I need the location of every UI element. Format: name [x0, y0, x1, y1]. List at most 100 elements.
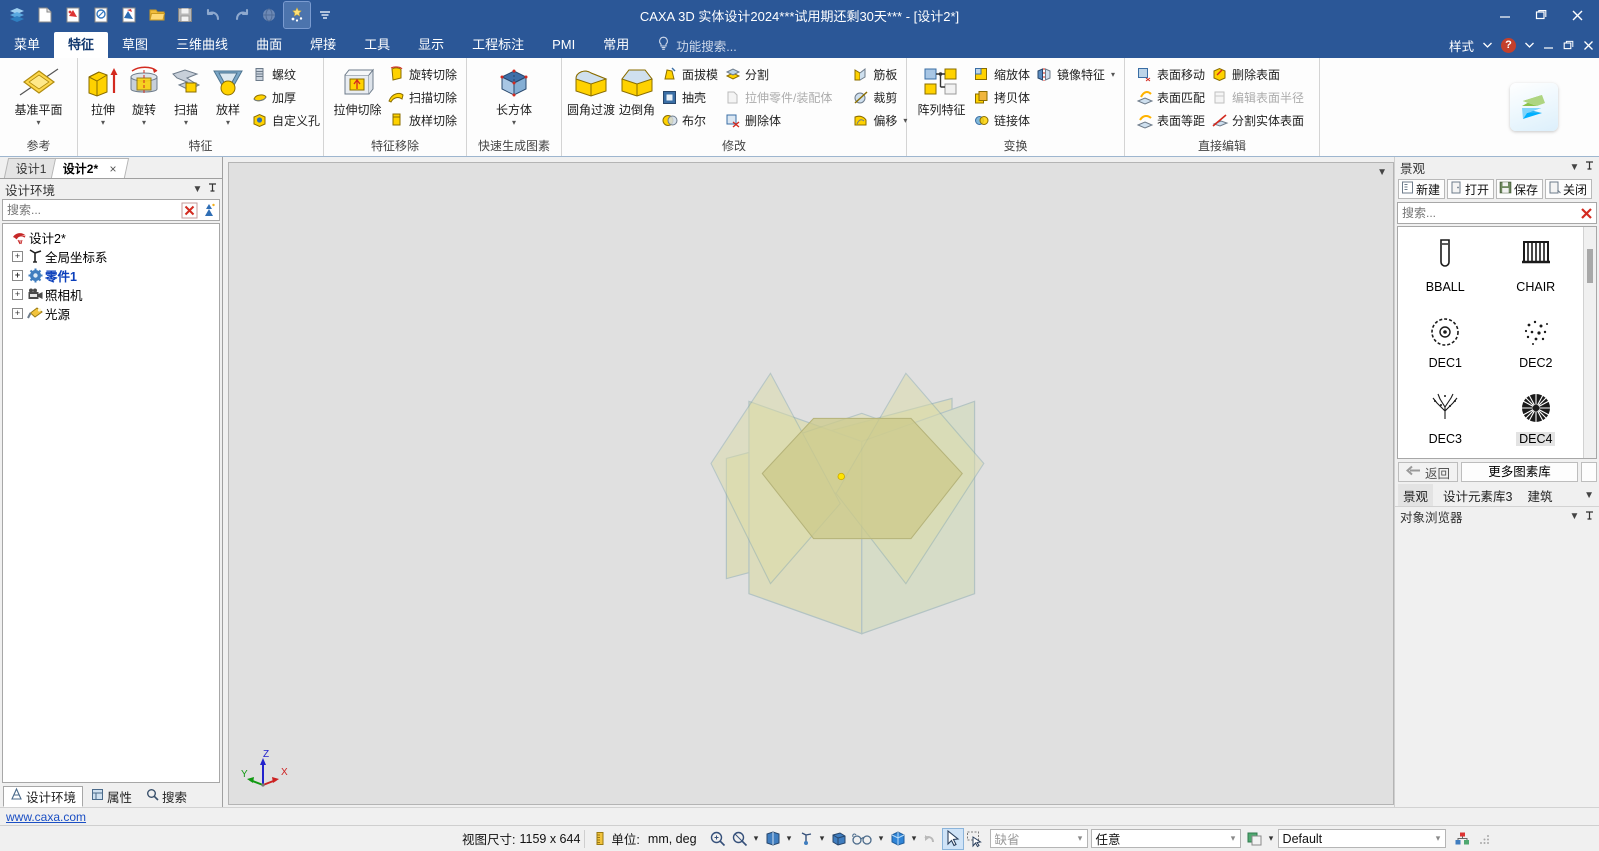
ribbon-restore-button[interactable] [1560, 34, 1577, 56]
catalog-open-button[interactable]: 打开 [1447, 179, 1495, 199]
tree-row-root[interactable]: 设计2* [5, 228, 217, 247]
tab-工程标注[interactable]: 工程标注 [458, 32, 538, 58]
catalog-item-bball[interactable]: BBALL [1400, 233, 1491, 309]
zoom-dynamic-icon[interactable] [729, 828, 751, 850]
button-rib[interactable]: 筋板 [850, 63, 911, 85]
chevron-down-icon[interactable]: ▾ [1111, 70, 1115, 79]
tree-row-camera[interactable]: + 照相机 [5, 285, 217, 304]
panel-pin-icon[interactable] [205, 182, 220, 196]
render-style-chevron-down-icon[interactable]: ▾ [1266, 833, 1277, 844]
button-trim[interactable]: 裁剪 [850, 86, 911, 108]
button-sweep-cut[interactable]: 扫描切除 [386, 86, 461, 108]
chevron-down-icon[interactable]: ▾ [101, 119, 105, 127]
button-copy-body[interactable]: 拷贝体 [971, 86, 1034, 108]
new-assembly-icon[interactable] [116, 2, 142, 28]
button-match-face[interactable]: 表面匹配 [1134, 86, 1209, 108]
view-orientation-chevron-down-icon[interactable]: ▾ [784, 833, 795, 844]
catalog-save-button[interactable]: 保存 [1496, 179, 1544, 199]
catalog-item-dec4[interactable]: DEC4 [1491, 385, 1582, 458]
view-orientation-icon[interactable] [762, 828, 784, 850]
button-fillet[interactable]: 圆角过渡 [567, 62, 615, 118]
button-extrude[interactable]: 拉伸 ▾ [83, 62, 123, 127]
catalog-search[interactable] [1397, 202, 1597, 224]
catalog-close-button[interactable]: 关闭 [1545, 179, 1593, 199]
shadow-icon[interactable] [920, 828, 942, 850]
button-custom-hole[interactable]: 自定义孔 [249, 109, 324, 131]
design-tree-search[interactable] [2, 199, 220, 221]
catalog-new-button[interactable]: 新建 [1398, 179, 1446, 199]
tab-焊接[interactable]: 焊接 [296, 32, 350, 58]
button-offset-face[interactable]: 表面等距 [1134, 109, 1209, 131]
button-split[interactable]: 分割 [722, 63, 836, 85]
style-label[interactable]: 样式 [1446, 34, 1477, 56]
glasses-stereo-icon[interactable] [850, 828, 876, 850]
assembly-tree-icon[interactable] [1452, 828, 1474, 850]
save-icon[interactable] [172, 2, 198, 28]
catalog-item-dec1[interactable]: DEC1 [1400, 309, 1491, 385]
button-extrude-part[interactable]: 拉伸零件/装配体 [722, 86, 836, 108]
tab-pmi[interactable]: PMI [538, 32, 589, 58]
catalog-tab-design-element-lib3[interactable]: 设计元素库3 [1438, 484, 1517, 507]
clear-search-icon[interactable] [179, 200, 199, 220]
button-box[interactable]: 长方体 ▾ [475, 62, 553, 127]
viewport-menu-chevron-down-icon[interactable]: ▼ [1377, 167, 1387, 178]
style-combo[interactable]: Default ▾ [1277, 829, 1446, 848]
tab-显示[interactable]: 显示 [404, 32, 458, 58]
chevron-down-icon[interactable]: ▾ [1227, 833, 1240, 844]
customize-qat-icon[interactable] [312, 2, 338, 28]
view-rotate-chevron-down-icon[interactable]: ▾ [817, 833, 828, 844]
catalog-item-chair[interactable]: CHAIR [1491, 233, 1582, 309]
close-icon[interactable]: × [109, 162, 116, 176]
clear-search-icon[interactable] [1576, 203, 1596, 223]
chevron-down-icon[interactable]: ▾ [512, 119, 516, 127]
redo-icon[interactable] [228, 2, 254, 28]
caxa-website-link[interactable]: www.caxa.com [6, 810, 86, 824]
advanced-search-icon[interactable] [199, 200, 219, 220]
undo-icon[interactable] [200, 2, 226, 28]
tab-search[interactable]: 搜索 [140, 786, 193, 807]
button-split-solid-face[interactable]: 分割实体表面 [1209, 109, 1308, 131]
button-revolve[interactable]: 旋转 ▾ [123, 62, 165, 127]
tree-row-global-coordinate[interactable]: + 全局坐标系 [5, 247, 217, 266]
object-browser-content[interactable] [1395, 526, 1599, 807]
render-mode-chevron-down-icon[interactable]: ▾ [909, 833, 920, 844]
document-tab-design2[interactable]: 设计2* × [50, 158, 129, 178]
catalog-scrollbar-thumb[interactable] [1587, 249, 1593, 283]
render-icon[interactable] [256, 2, 282, 28]
view-rotate-icon[interactable] [795, 828, 817, 850]
tree-row-part1[interactable]: + 零件1 [5, 266, 217, 285]
chevron-down-icon[interactable]: ▾ [142, 119, 146, 127]
select-box-icon[interactable] [964, 828, 986, 850]
chevron-down-icon[interactable]: ▾ [36, 119, 40, 127]
button-edit-face-radius[interactable]: 编辑表面半径 [1209, 86, 1308, 108]
panel-menu-chevron-down-icon[interactable]: ▼ [1567, 511, 1582, 522]
search-input[interactable] [1398, 205, 1576, 221]
chevron-down-icon[interactable]: ▾ [226, 119, 230, 127]
tab-properties[interactable]: 属性 [85, 786, 138, 807]
button-delete-face[interactable]: 删除表面 [1209, 63, 1308, 85]
expand-icon[interactable]: + [12, 270, 23, 281]
chevron-down-icon[interactable]: ▾ [1074, 833, 1087, 844]
button-draft-face[interactable]: 面拔模 [659, 63, 722, 85]
select-arrow-icon[interactable] [941, 827, 964, 850]
button-scale-body[interactable]: 缩放体 [971, 63, 1034, 85]
panel-menu-chevron-down-icon[interactable]: ▼ [190, 184, 205, 195]
chevron-down-icon[interactable]: ▾ [184, 119, 188, 127]
button-sweep[interactable]: 扫描 ▾ [165, 62, 207, 127]
button-move-face[interactable]: 表面移动 [1134, 63, 1209, 85]
expand-icon[interactable]: + [12, 308, 23, 319]
catalog-tabs-overflow-icon[interactable]: ▼ [1584, 490, 1597, 501]
tab-曲面[interactable]: 曲面 [242, 32, 296, 58]
3d-viewport[interactable]: ▼ Z Y X [228, 162, 1394, 805]
catalog-grid-container[interactable]: BBALL CHAIR DEC1 DEC2 DEC3 DEC4 [1397, 226, 1597, 459]
button-shell[interactable]: 抽壳 [659, 86, 722, 108]
search-input[interactable] [3, 202, 179, 218]
button-datum-plane[interactable]: 基准平面 ▾ [5, 62, 72, 127]
ribbon-minimize-button[interactable] [1540, 34, 1557, 56]
button-loft[interactable]: 放样 ▾ [207, 62, 249, 127]
tab-草图[interactable]: 草图 [108, 32, 162, 58]
button-thread[interactable]: 螺纹 [249, 63, 324, 85]
catalog-back-button[interactable]: 返回 [1398, 462, 1459, 482]
catalog-tab-landscape[interactable]: 景观 [1398, 483, 1434, 507]
design-tree[interactable]: 设计2* + 全局坐标系 + 零件1 + 照相机 + 光源 [2, 223, 220, 783]
